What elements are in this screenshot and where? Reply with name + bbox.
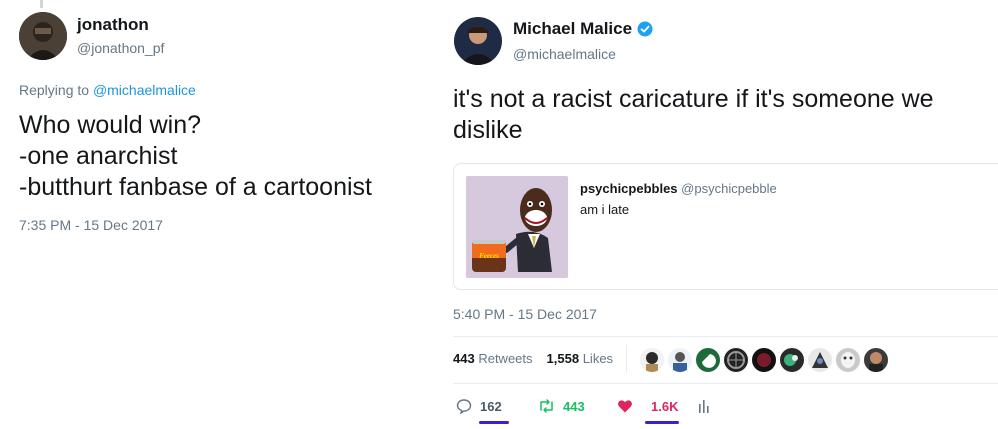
- jar-label: Feeces: [479, 252, 499, 260]
- tweet-line: Who would win?: [19, 111, 202, 139]
- stats-separator: [626, 345, 627, 373]
- tweet-text: it's not a racist caricature if it's som…: [453, 84, 934, 146]
- liker-avatar[interactable]: [863, 347, 889, 373]
- liker-avatar[interactable]: [695, 347, 721, 373]
- liker-avatar[interactable]: [639, 347, 665, 373]
- michael-avatar[interactable]: [454, 17, 502, 65]
- replying-prefix: Replying to: [19, 82, 90, 98]
- quoted-author-handle[interactable]: @psychicpebble: [681, 181, 777, 196]
- quoted-tweet-image[interactable]: Feeces: [466, 176, 568, 278]
- author-handle[interactable]: @michaelmalice: [513, 46, 616, 62]
- quoted-author-name[interactable]: psychicpebbles: [580, 181, 678, 196]
- tweet-text: Who would win? -one anarchist -butthurt …: [19, 110, 372, 203]
- reply-button[interactable]: 162: [456, 398, 502, 415]
- liker-avatar[interactable]: [807, 347, 833, 373]
- tweet-line: -butthurt fanbase of a cartoonist: [19, 173, 372, 201]
- tweet-line: -one anarchist: [19, 142, 178, 170]
- replying-to: Replying to @michaelmalice: [19, 82, 196, 98]
- like-count-underline: [645, 421, 679, 424]
- liker-avatar[interactable]: [779, 347, 805, 373]
- reply-icon: [456, 398, 472, 415]
- quoted-tweet-card[interactable]: Feeces psychicpebbles @psychicpebble am …: [453, 163, 998, 290]
- author-name[interactable]: jonathon: [77, 15, 149, 35]
- quoted-tweet-text: am i late: [580, 202, 630, 217]
- verified-badge-icon: [637, 21, 653, 37]
- like-count: 1.6K: [651, 398, 679, 414]
- author-handle[interactable]: @jonathon_pf: [77, 40, 164, 56]
- retweets-stat[interactable]: 443 Retweets: [453, 351, 533, 366]
- retweets-stat-count: 443: [453, 351, 475, 366]
- tweet-timestamp[interactable]: 5:40 PM - 15 Dec 2017: [453, 306, 597, 322]
- likes-stat[interactable]: 1,558 Likes: [547, 351, 614, 366]
- likes-stat-label: Likes: [582, 351, 614, 366]
- divider: [453, 336, 998, 337]
- liker-avatar[interactable]: [835, 347, 861, 373]
- replying-handle-link[interactable]: @michaelmalice: [93, 82, 196, 98]
- analytics-button[interactable]: [697, 398, 711, 414]
- retweet-icon: [538, 398, 555, 414]
- divider: [453, 383, 998, 384]
- tweet-timestamp[interactable]: 7:35 PM - 15 Dec 2017: [19, 217, 163, 233]
- liker-avatar[interactable]: [723, 347, 749, 373]
- heart-icon: [617, 398, 633, 414]
- quoted-author: psychicpebbles @psychicpebble: [580, 181, 777, 196]
- retweet-count: 443: [563, 398, 585, 414]
- author-name-row: Michael Malice: [513, 19, 653, 39]
- tweet-line: dislike: [453, 116, 523, 144]
- author-name[interactable]: Michael Malice: [513, 19, 632, 39]
- reply-count-underline: [479, 421, 509, 424]
- thread-line: [40, 0, 43, 8]
- retweets-stat-label: Retweets: [478, 351, 533, 366]
- retweet-button[interactable]: 443: [538, 398, 585, 414]
- like-button[interactable]: 1.6K: [617, 398, 678, 414]
- reply-count: 162: [480, 398, 502, 414]
- engagement-stats: 443 Retweets 1,558 Likes: [453, 351, 613, 366]
- analytics-icon: [697, 398, 711, 414]
- likes-stat-count: 1,558: [546, 351, 580, 366]
- tweet-line: it's not a racist caricature if it's som…: [453, 85, 934, 113]
- jonathon-avatar[interactable]: [19, 12, 67, 60]
- liker-avatar[interactable]: [667, 347, 693, 373]
- liker-avatar[interactable]: [751, 347, 777, 373]
